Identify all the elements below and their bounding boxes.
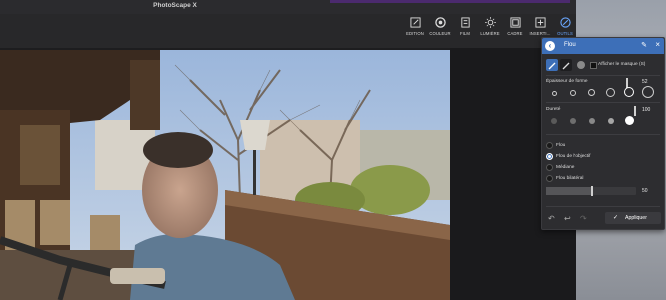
back-icon[interactable]: ‹ <box>545 41 555 51</box>
tool-couleur-label: COULEUR <box>429 31 451 36</box>
hardness-preset-4[interactable] <box>608 118 614 124</box>
tool-edition-label: EDITION <box>406 31 424 36</box>
hardness-preset-2[interactable] <box>570 118 576 124</box>
tool-couleur[interactable]: COULEUR <box>428 16 452 46</box>
color-dot-icon[interactable] <box>577 61 585 69</box>
pin-icon[interactable]: ✎ <box>641 41 647 49</box>
brush-size-2[interactable] <box>570 90 576 96</box>
panel-header: ‹ Flou ✎ × <box>542 38 664 54</box>
brush-size-6[interactable] <box>642 86 654 98</box>
option-median-label[interactable]: Médiane <box>556 165 574 170</box>
option-flou-label[interactable]: Flou <box>556 143 565 148</box>
tool-cadre[interactable]: CADRE <box>503 16 527 46</box>
divider <box>546 75 660 76</box>
option-median-radio[interactable] <box>546 164 553 171</box>
panel-title: Flou <box>564 42 576 48</box>
close-icon[interactable]: × <box>655 40 660 49</box>
photo-image <box>0 50 450 300</box>
hardness-knob[interactable] <box>634 106 636 116</box>
hardness-value: 100 <box>642 107 651 113</box>
hardness-preset-5[interactable] <box>625 116 634 125</box>
tool-insertion-label: INSERTI... <box>529 31 551 36</box>
divider <box>546 206 660 207</box>
apply-label: Appliquer <box>625 215 647 221</box>
main-toolbar: EDITION COULEUR FILM LUMIÈRE CADRE INSER… <box>0 14 576 48</box>
hardness-slider[interactable] <box>546 106 636 116</box>
apply-button[interactable]: ✓ Appliquer <box>605 212 661 224</box>
edit-icon <box>409 17 421 28</box>
revert-icon[interactable]: ↩ <box>564 214 571 223</box>
check-icon: ✓ <box>613 215 619 221</box>
brush-width-value: 52 <box>642 79 648 85</box>
hardness-preset-3[interactable] <box>589 118 595 124</box>
divider <box>546 134 660 135</box>
tool-film[interactable]: FILM <box>453 16 477 46</box>
brush-size-3[interactable] <box>588 89 595 96</box>
photo-canvas[interactable] <box>0 50 450 300</box>
brush-width-slider[interactable] <box>546 78 636 88</box>
intensity-slider[interactable] <box>546 186 636 196</box>
divider <box>546 102 660 103</box>
eraser-tool-button[interactable] <box>560 59 572 71</box>
tool-film-label: FILM <box>460 31 470 36</box>
insert-icon <box>534 17 546 28</box>
hardness-preset-1[interactable] <box>551 118 557 124</box>
option-lens-blur-label[interactable]: Flou de l'objectif <box>556 154 591 159</box>
color-icon <box>434 17 446 28</box>
brush-size-1[interactable] <box>552 91 557 96</box>
option-bilateral-radio[interactable] <box>546 175 553 182</box>
film-icon <box>460 17 470 28</box>
eraser-icon <box>562 62 570 70</box>
option-lens-blur-radio[interactable] <box>546 153 553 160</box>
top-accent-strip <box>330 0 570 3</box>
intensity-value: 50 <box>642 188 648 194</box>
show-mask-checkbox[interactable] <box>590 62 597 69</box>
option-flou-radio[interactable] <box>546 142 553 149</box>
tool-cadre-label: CADRE <box>507 31 523 36</box>
brush-tool-button[interactable] <box>546 59 558 71</box>
tool-lumiere[interactable]: LUMIÈRE <box>478 16 502 46</box>
brush-size-5[interactable] <box>624 87 634 97</box>
tool-outils-label: OUTILS <box>557 31 573 36</box>
undo-icon[interactable]: ↶ <box>548 214 555 223</box>
intensity-fill <box>546 187 591 195</box>
frame-icon <box>509 17 521 28</box>
window-title: PhotoScape X <box>153 2 197 9</box>
show-mask-label: Afficher le masque (S) <box>598 62 646 67</box>
tool-edition[interactable]: EDITION <box>403 16 427 46</box>
tools-icon <box>559 17 571 28</box>
option-bilateral-label[interactable]: Flou bilatéral <box>556 176 583 181</box>
brush-tools-row: Afficher le masque (S) <box>546 59 660 71</box>
tool-lumiere-label: LUMIÈRE <box>480 31 500 36</box>
light-icon <box>484 17 496 28</box>
blur-panel: ‹ Flou ✎ × Afficher le masque (S) Épaiss… <box>541 37 665 230</box>
redo-icon[interactable]: ↷ <box>580 214 587 223</box>
intensity-knob[interactable] <box>591 186 593 196</box>
brush-size-4[interactable] <box>606 88 615 97</box>
brush-icon <box>548 62 556 70</box>
